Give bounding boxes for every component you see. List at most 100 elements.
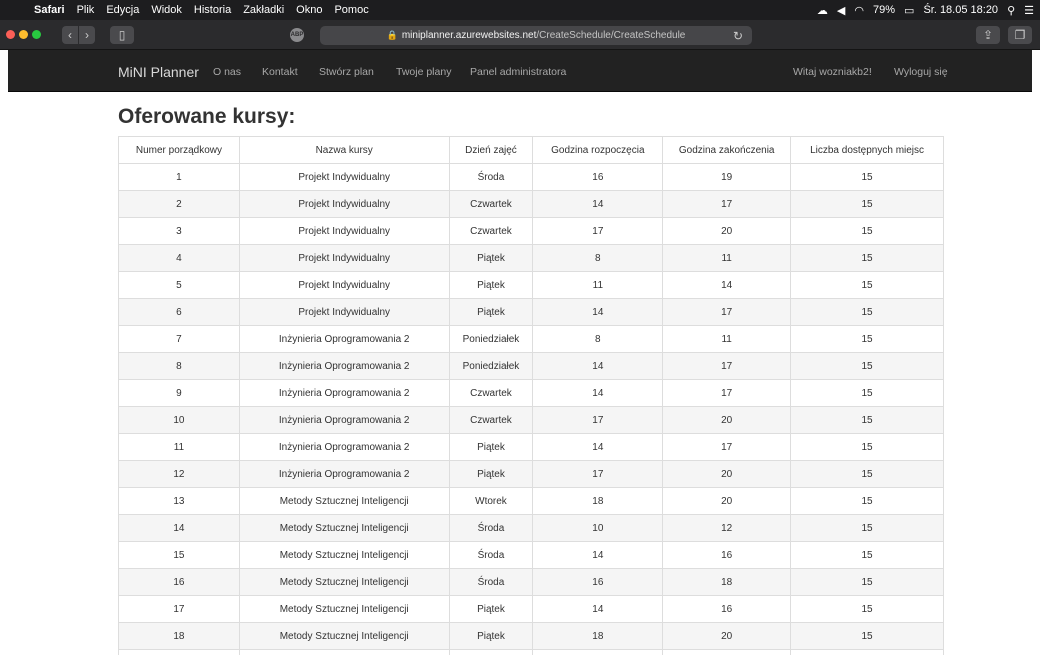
table-row: 5 Projekt Indywidualny Piątek 11 14 15	[118, 271, 944, 299]
cell-available-seats: 15	[790, 271, 944, 299]
cell-course-name: Metody Sztucznej Inteligencji	[238, 541, 450, 569]
cell-day: Środa	[448, 568, 534, 596]
cell-course-name: Metody Sztucznej Inteligencji	[238, 568, 450, 596]
table-row: 13 Metody Sztucznej Inteligencji Wtorek 18 2…	[118, 487, 944, 515]
url-path: /CreateSchedule/CreateSchedule	[536, 30, 686, 41]
spotlight-search-icon[interactable]: ⚲	[1007, 4, 1015, 17]
menu-okno[interactable]: Okno	[290, 4, 328, 16]
cell-end-hour: 17	[662, 433, 792, 461]
reload-button[interactable]: ↻	[730, 26, 746, 45]
chevron-right-icon: ›	[85, 28, 89, 42]
cell-course-name: Metody Sztucznej Inteligencji	[238, 595, 450, 623]
cell-start-hour	[532, 649, 664, 655]
cell-number: 8	[118, 352, 240, 380]
cell-day: Poniedziałek	[448, 352, 534, 380]
cell-number: 10	[118, 406, 240, 434]
menu-edycja[interactable]: Edycja	[100, 4, 145, 16]
cell-start-hour: 10	[532, 514, 664, 542]
cell-available-seats: 15	[790, 244, 944, 272]
table-row: 6 Projekt Indywidualny Piątek 14 17 15	[118, 298, 944, 326]
cell-number: 5	[118, 271, 240, 299]
zoom-window-button[interactable]	[32, 30, 41, 39]
site-navbar: MiNI Planner O nas Kontakt Stwórz plan T…	[8, 50, 1032, 92]
cell-course-name: Metody Sztucznej Inteligencji	[238, 487, 450, 515]
cell-available-seats: 15	[790, 163, 944, 191]
cell-end-hour: 17	[662, 190, 792, 218]
nav-kontakt[interactable]: Kontakt	[262, 66, 298, 78]
safari-toolbar: ‹ › ▯ ABP 🔒 miniplanner.azurewebsites.ne…	[0, 20, 1040, 50]
address-bar[interactable]: 🔒 miniplanner.azurewebsites.net/CreateSc…	[320, 26, 752, 45]
lock-icon: 🔒	[386, 30, 398, 40]
col-header-numer: Numer porządkowy	[118, 136, 240, 164]
menu-app-safari[interactable]: Safari	[28, 4, 71, 16]
table-row: 2 Projekt Indywidualny Czwartek 14 17 15	[118, 190, 944, 218]
cell-day: Piątek	[448, 433, 534, 461]
menubar-clock[interactable]: Śr. 18.05 18:20	[923, 4, 998, 16]
nav-panel-administratora[interactable]: Panel administratora	[470, 66, 566, 78]
cell-end-hour: 18	[662, 568, 792, 596]
menu-zakladki[interactable]: Zakładki	[237, 4, 290, 16]
share-button[interactable]: ⇪	[976, 26, 1000, 44]
cell-end-hour: 17	[662, 352, 792, 380]
battery-percentage[interactable]: 79%	[873, 4, 895, 16]
battery-icon[interactable]: ▭	[904, 4, 914, 17]
cell-day: Czwartek	[448, 190, 534, 218]
cell-day: Poniedziałek	[448, 325, 534, 353]
cell-course-name: Inżynieria Oprogramowania 2	[238, 379, 450, 407]
forward-button[interactable]: ›	[79, 26, 95, 44]
menu-widok[interactable]: Widok	[145, 4, 188, 16]
menu-plik[interactable]: Plik	[71, 4, 101, 16]
cell-number: 1	[118, 163, 240, 191]
minimize-window-button[interactable]	[19, 30, 28, 39]
adblock-extension-button[interactable]: ABP	[290, 28, 304, 42]
share-icon: ⇪	[982, 28, 994, 42]
cell-day: Czwartek	[448, 379, 534, 407]
cell-course-name: Projekt Indywidualny	[238, 244, 450, 272]
cell-available-seats: 15	[790, 325, 944, 353]
cell-end-hour: 16	[662, 541, 792, 569]
table-row: 1 Projekt Indywidualny Środa 16 19 15	[118, 163, 944, 191]
cell-start-hour: 14	[532, 379, 664, 407]
cell-end-hour: 12	[662, 514, 792, 542]
show-tabs-button[interactable]: ❐	[1008, 26, 1032, 44]
nav-stworz-plan[interactable]: Stwórz plan	[319, 66, 374, 78]
sidebar-toggle-button[interactable]: ▯	[110, 26, 134, 44]
notification-center-icon[interactable]: ☰	[1024, 4, 1034, 17]
table-row: 15 Metody Sztucznej Inteligencji Środa 14 16…	[118, 541, 944, 569]
cell-day	[448, 649, 534, 655]
nav-logout[interactable]: Wyloguj się	[894, 66, 948, 78]
table-row: 7 Inżynieria Oprogramowania 2 Poniedziałek…	[118, 325, 944, 353]
cell-day: Piątek	[448, 298, 534, 326]
cell-course-name: Inżynieria Oprogramowania 2	[238, 406, 450, 434]
back-button[interactable]: ‹	[62, 26, 78, 44]
cell-start-hour: 18	[532, 487, 664, 515]
cell-course-name: Metody Sztucznej Inteligencji	[238, 514, 450, 542]
close-window-button[interactable]	[6, 30, 15, 39]
table-row: 11 Inżynieria Oprogramowania 2 Piątek 14 17 1…	[118, 433, 944, 461]
cell-day: Środa	[448, 541, 534, 569]
cell-number: 7	[118, 325, 240, 353]
wifi-icon[interactable]: ◠	[854, 4, 864, 17]
cell-number: 3	[118, 217, 240, 245]
volume-icon[interactable]: ◀	[837, 4, 845, 17]
nav-twoje-plany[interactable]: Twoje plany	[396, 66, 451, 78]
cell-number: 15	[118, 541, 240, 569]
table-row	[118, 649, 944, 655]
cell-day: Piątek	[448, 460, 534, 488]
cell-start-hour: 14	[532, 298, 664, 326]
cell-start-hour: 18	[532, 622, 664, 650]
cell-end-hour: 14	[662, 271, 792, 299]
cell-course-name: Projekt Indywidualny	[238, 163, 450, 191]
cell-available-seats: 15	[790, 487, 944, 515]
chevron-left-icon: ‹	[68, 28, 72, 42]
menu-historia[interactable]: Historia	[188, 4, 237, 16]
nav-user-greeting[interactable]: Witaj wozniakb2!	[793, 66, 872, 78]
brand-logo-link[interactable]: MiNI Planner	[118, 64, 199, 80]
menu-pomoc[interactable]: Pomoc	[328, 4, 374, 16]
creative-cloud-icon[interactable]: ☁	[817, 4, 828, 17]
cell-course-name: Inżynieria Oprogramowania 2	[238, 433, 450, 461]
nav-o-nas[interactable]: O nas	[213, 66, 241, 78]
cell-available-seats	[790, 649, 944, 655]
cell-number: 6	[118, 298, 240, 326]
cell-start-hour: 14	[532, 433, 664, 461]
